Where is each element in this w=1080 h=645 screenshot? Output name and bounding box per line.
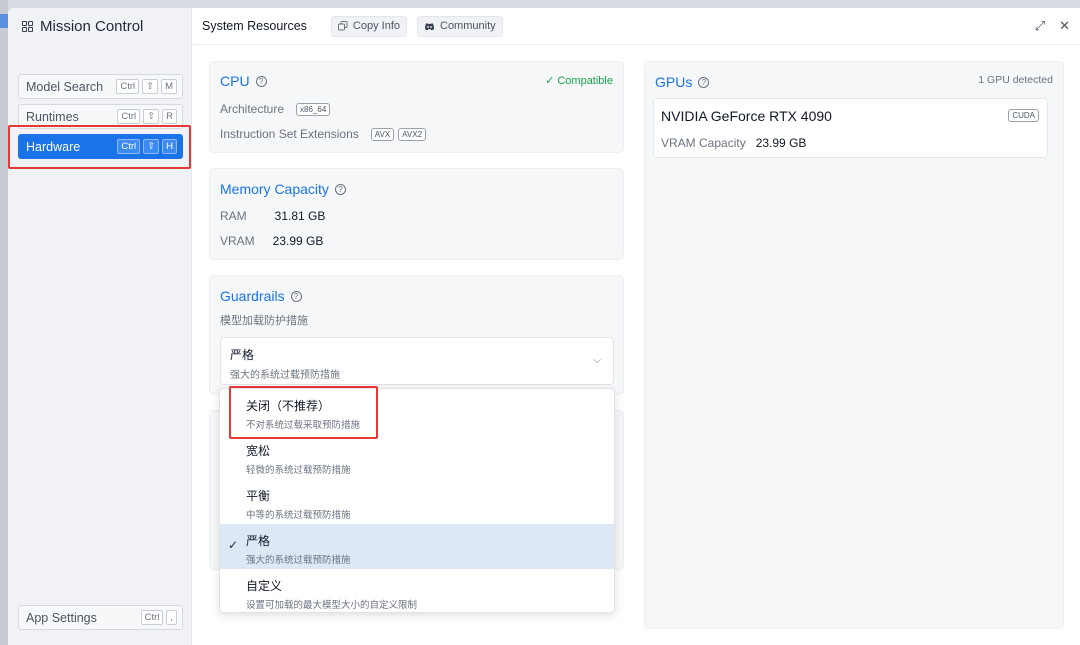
- app-title-label: Mission Control: [40, 18, 144, 35]
- app-title: Mission Control: [22, 18, 143, 35]
- gpu-vram-row: VRAM Capacity 23.99 GB: [661, 136, 806, 150]
- grid-icon: [22, 21, 33, 32]
- key-comma: ,: [166, 610, 177, 625]
- guardrails-select[interactable]: 严格 强大的系统过载预防措施 ⌵: [220, 337, 614, 385]
- sidebar-item-app-settings[interactable]: App Settings Ctrl ,: [18, 605, 183, 630]
- community-button[interactable]: Community: [417, 15, 503, 37]
- vram-row: VRAM 23.99 GB: [220, 234, 323, 248]
- select-description: 强大的系统过载预防措施: [230, 370, 340, 381]
- architecture-tag: x86_64: [296, 102, 331, 116]
- key-r: R: [162, 109, 177, 124]
- memory-title-label: Memory Capacity: [220, 181, 329, 197]
- ram-label: RAM: [220, 209, 247, 223]
- option-relaxed[interactable]: 宽松 轻微的系统过载预防措施: [220, 434, 614, 479]
- ram-value: 31.81 GB: [274, 209, 326, 223]
- memory-title: Memory Capacity ?: [220, 181, 346, 197]
- guardrails-subtitle: 模型加载防护措施: [220, 312, 308, 328]
- ram-row: RAM 31.81 GB: [220, 209, 325, 223]
- key-m: M: [161, 79, 177, 94]
- vram-value: 23.99 GB: [272, 234, 324, 248]
- key-ctrl: Ctrl: [117, 109, 141, 124]
- key-shift: ⇧: [142, 79, 159, 94]
- help-icon[interactable]: ?: [698, 76, 710, 88]
- key-shift: ⇧: [143, 109, 160, 124]
- close-icon[interactable]: ✕: [1059, 18, 1070, 34]
- discord-icon: [425, 22, 434, 30]
- gpu-vram-value: 23.99 GB: [755, 136, 807, 150]
- guardrails-title-label: Guardrails: [220, 288, 285, 304]
- guardrails-subtitle-label: 模型加载防护措施: [220, 315, 308, 327]
- annotation-highlight-hardware: [8, 125, 191, 169]
- key-ctrl: Ctrl: [116, 79, 140, 94]
- option-balanced[interactable]: 平衡 中等的系统过载预防措施: [220, 479, 614, 524]
- expand-icon[interactable]: ⤢: [1035, 18, 1045, 34]
- guardrails-title: Guardrails ?: [220, 288, 302, 304]
- option-strict[interactable]: ✓ 严格 强大的系统过载预防措施: [220, 524, 614, 569]
- top-bar: System Resources Copy Info Community ⤢ ✕: [192, 8, 1080, 45]
- extensions-row: Instruction Set Extensions AVX AVX2: [220, 127, 427, 141]
- annotation-highlight-option-off: [229, 386, 378, 439]
- extension-tag: AVX: [370, 127, 395, 141]
- sidebar-item-label: Model Search: [26, 79, 104, 94]
- shortcut-keys: Ctrl ,: [140, 610, 177, 625]
- memory-card: Memory Capacity ? RAM 31.81 GB VRAM 23.9…: [209, 168, 624, 260]
- edge-tab: [0, 14, 8, 28]
- cpu-card: CPU ? ✓ Compatible Architecture x86_64 I…: [209, 61, 624, 153]
- sidebar-item-model-search[interactable]: Model Search Ctrl ⇧ M: [18, 74, 183, 99]
- check-icon: ✓: [228, 538, 239, 552]
- gpu-item: NVIDIA GeForce RTX 4090 CUDA VRAM Capaci…: [653, 98, 1048, 158]
- copy-info-button[interactable]: Copy Info: [330, 15, 407, 37]
- option-description: 轻微的系统过载预防措施: [246, 465, 351, 476]
- vram-label: VRAM: [220, 234, 255, 248]
- window-edge: [0, 0, 8, 645]
- cpu-title-label: CPU: [220, 73, 250, 89]
- architecture-label: Architecture: [220, 102, 285, 116]
- copy-icon: [337, 21, 348, 31]
- select-value: 严格: [230, 348, 255, 362]
- community-label: Community: [440, 20, 496, 32]
- help-icon[interactable]: ?: [255, 75, 267, 87]
- sidebar: Mission Control Model Search Ctrl ⇧ M Ru…: [8, 8, 192, 645]
- extension-tag: AVX2: [398, 127, 427, 141]
- architecture-row: Architecture x86_64: [220, 102, 331, 116]
- gpus-title-label: GPUs: [655, 74, 693, 90]
- extension-tags: AVX AVX2: [370, 127, 427, 141]
- cpu-title: CPU ?: [220, 73, 267, 89]
- help-icon[interactable]: ?: [290, 290, 302, 302]
- shortcut-keys: Ctrl ⇧ R: [117, 109, 177, 124]
- option-description: 设置可加载的最大模型大小的自定义限制: [246, 600, 418, 611]
- option-description: 强大的系统过载预防措施: [246, 555, 351, 566]
- copy-info-label: Copy Info: [352, 20, 400, 32]
- help-icon[interactable]: ?: [334, 183, 346, 195]
- cuda-badge: CUDA: [1008, 109, 1039, 122]
- gpu-count: 1 GPU detected: [978, 74, 1053, 86]
- compatible-status: ✓ Compatible: [545, 75, 613, 87]
- option-custom[interactable]: 自定义 设置可加载的最大模型大小的自定义限制: [220, 569, 614, 612]
- guardrails-card: Guardrails ? 模型加载防护措施 严格 强大的系统过载预防措施 ⌵: [209, 275, 624, 395]
- extensions-label: Instruction Set Extensions: [220, 127, 359, 141]
- gpu-name: NVIDIA GeForce RTX 4090: [661, 108, 832, 124]
- option-title: 宽松: [246, 444, 271, 458]
- gpu-vram-label: VRAM Capacity: [661, 136, 746, 150]
- option-title: 平衡: [246, 489, 271, 503]
- sidebar-item-label: Runtimes: [26, 109, 79, 124]
- chevron-down-icon: ⌵: [593, 355, 601, 366]
- option-title: 自定义: [246, 579, 283, 593]
- sidebar-item-label: App Settings: [26, 610, 97, 625]
- gpus-card: GPUs ? 1 GPU detected NVIDIA GeForce RTX…: [644, 61, 1064, 629]
- option-description: 中等的系统过载预防措施: [246, 510, 351, 521]
- mission-control-window: Mission Control Model Search Ctrl ⇧ M Ru…: [8, 8, 1080, 645]
- page-title: System Resources: [202, 19, 307, 33]
- window-controls: ⤢ ✕: [1035, 18, 1070, 34]
- key-ctrl: Ctrl: [140, 610, 164, 625]
- shortcut-keys: Ctrl ⇧ M: [116, 79, 177, 94]
- option-title: 严格: [246, 534, 271, 548]
- gpus-title: GPUs ?: [655, 74, 710, 90]
